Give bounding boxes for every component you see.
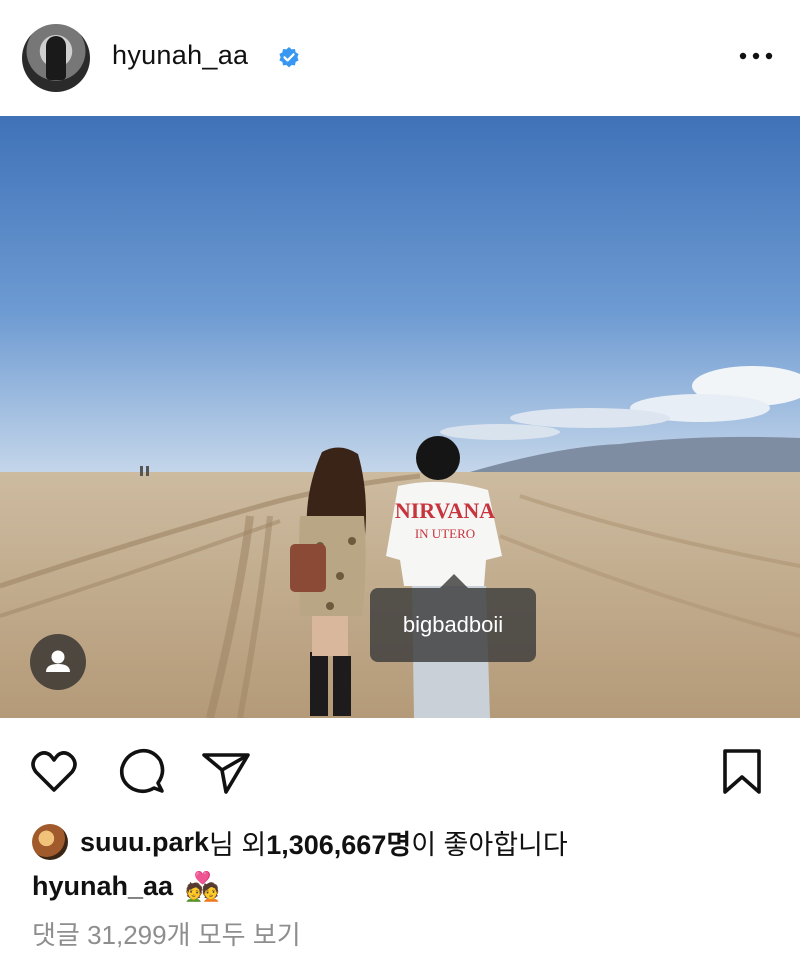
post-header: hyunah_aa (0, 0, 800, 116)
post-username[interactable]: hyunah_aa (112, 40, 248, 71)
tag-pointer (440, 574, 468, 588)
couple-emoji: 💑 (185, 870, 220, 902)
svg-text:NIRVANA: NIRVANA (395, 498, 495, 523)
person-icon (46, 650, 70, 672)
user-tag-button[interactable] (30, 634, 86, 690)
tag-username: bigbadboii (402, 612, 504, 637)
user-tag-label[interactable]: bigbadboii (370, 588, 536, 662)
action-bar (0, 718, 800, 822)
likes-count[interactable]: 1,306,667명 (266, 823, 411, 862)
likes-text-a: 님 외 (209, 829, 267, 860)
comment-icon[interactable] (116, 746, 168, 798)
verified-badge-icon (279, 47, 299, 68)
caption-line: hyunah_aa 💑 (32, 866, 220, 906)
liker-username[interactable]: suuu.park (80, 827, 209, 858)
heart-icon[interactable] (28, 746, 80, 798)
likes-text-b: 이 좋아합니다 (411, 829, 568, 860)
post-photo[interactable]: NIRVANA IN UTERO bigbadboii (0, 116, 800, 718)
likes-line[interactable]: suuu.park 님 외 1,306,667명 이 좋아합니다 (32, 822, 568, 862)
svg-text:IN UTERO: IN UTERO (415, 526, 475, 541)
liker-avatar[interactable] (32, 824, 68, 860)
shirt-print: NIRVANA IN UTERO (395, 498, 495, 541)
bookmark-icon[interactable] (716, 746, 768, 798)
caption-username[interactable]: hyunah_aa (32, 871, 173, 902)
view-all-comments-link[interactable]: 댓글 31,299개 모두 보기 (32, 915, 301, 952)
send-icon[interactable] (200, 746, 252, 798)
profile-avatar[interactable] (22, 24, 90, 92)
more-dots-icon[interactable] (737, 44, 777, 68)
